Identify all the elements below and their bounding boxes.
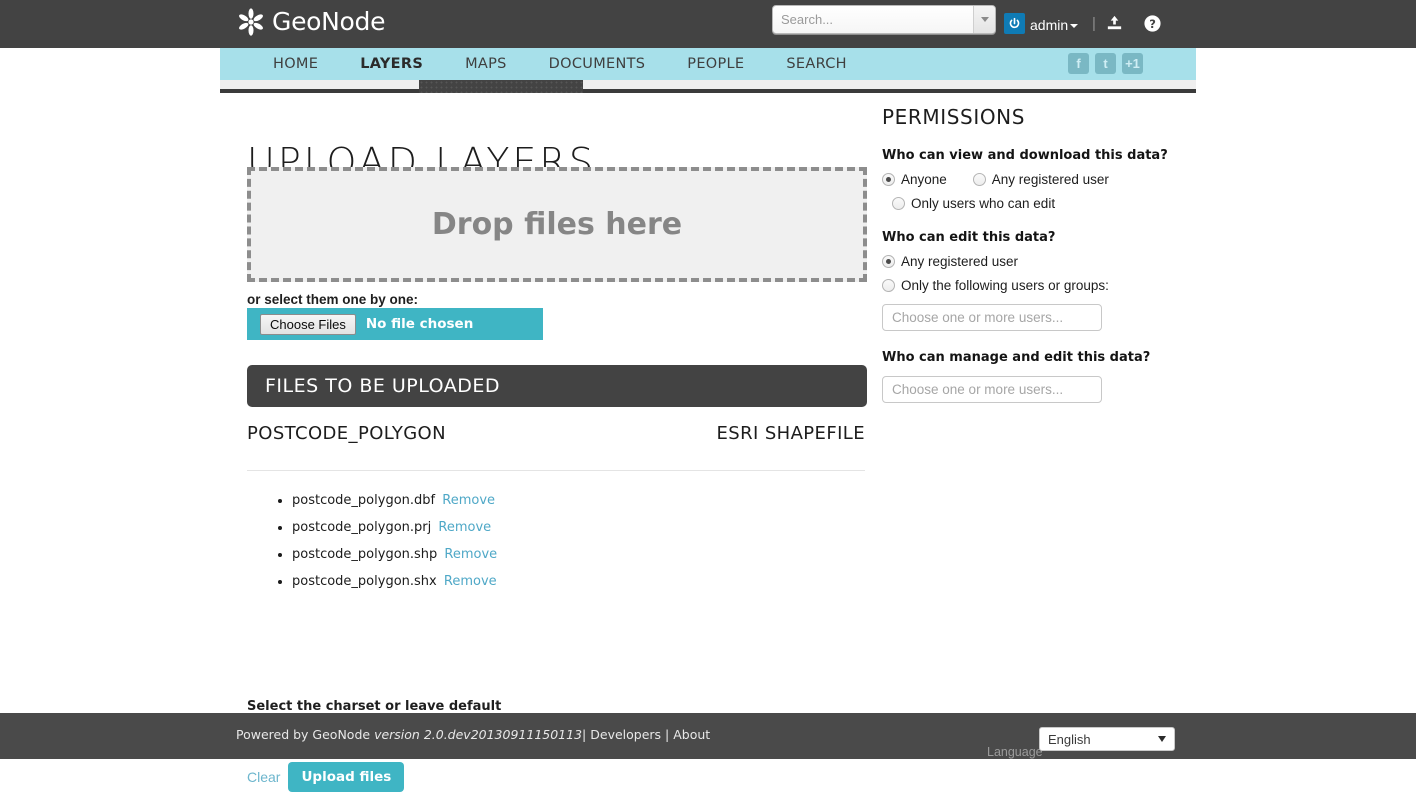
file-name: postcode_polygon.dbf: [292, 493, 435, 508]
footer-separator-2: |: [665, 727, 669, 742]
svg-text:?: ?: [1149, 17, 1156, 31]
list-item: postcode_polygon.shp Remove: [292, 541, 497, 568]
powered-by-label: Powered by GeoNode: [236, 727, 370, 742]
clear-link[interactable]: Clear: [247, 769, 280, 785]
radio-any-registered-user-edit[interactable]: [882, 255, 895, 268]
edit-permission-question: Who can edit this data?: [882, 230, 1182, 245]
layer-name: POSTCODE_POLYGON: [247, 423, 446, 444]
search-input[interactable]: [773, 6, 973, 33]
about-link[interactable]: About: [673, 727, 710, 742]
geonode-asterisk-logo-icon: [238, 8, 264, 36]
choose-files-button[interactable]: Choose Files: [260, 314, 356, 335]
power-icon[interactable]: [1004, 13, 1025, 34]
radio-anyone-label[interactable]: Anyone: [901, 172, 947, 187]
manage-users-placeholder: Choose one or more users...: [892, 382, 1063, 397]
file-name: postcode_polygon.prj: [292, 520, 431, 535]
caret-down-icon: [1158, 736, 1166, 742]
edit-users-placeholder: Choose one or more users...: [892, 310, 1063, 325]
permissions-panel: PERMISSIONS Who can view and download th…: [882, 97, 1182, 403]
dropzone-label: Drop files here: [432, 207, 682, 242]
brand-name: GeoNode: [272, 7, 385, 36]
edit-permission-option-specific: Only the following users or groups:: [882, 278, 1182, 293]
brand-logo-link[interactable]: GeoNode: [238, 7, 385, 36]
files-panel-title: FILES TO BE UPLOADED: [265, 375, 500, 397]
edit-permission-option-any: Any registered user: [882, 254, 1182, 269]
file-input-row[interactable]: Choose Files No file chosen: [247, 308, 543, 340]
remove-file-link[interactable]: Remove: [444, 574, 497, 589]
view-permission-question: Who can view and download this data?: [882, 148, 1182, 163]
version-label: version 2.0.dev20130911150113: [374, 727, 582, 742]
list-item: postcode_polygon.shx Remove: [292, 568, 497, 595]
help-circle-icon[interactable]: ?: [1143, 14, 1162, 38]
language-label: Language: [987, 745, 1043, 759]
view-permission-options-row: Anyone Any registered user: [882, 172, 1182, 187]
manage-permission-question: Who can manage and edit this data?: [882, 350, 1182, 365]
upload-actions: Clear Upload files: [247, 762, 404, 792]
upload-files-button[interactable]: Upload files: [288, 762, 404, 792]
nav-item-home[interactable]: HOME: [252, 48, 339, 80]
top-bar: GeoNode admin | ?: [0, 0, 1416, 48]
nav-item-layers[interactable]: LAYERS: [339, 48, 444, 80]
list-item: postcode_polygon.dbf Remove: [292, 487, 497, 514]
upload-icon[interactable]: [1105, 14, 1124, 38]
view-permission-option-editors: Only users who can edit: [882, 196, 1182, 211]
radio-only-users-who-can-edit-label[interactable]: Only users who can edit: [911, 196, 1055, 211]
user-menu-label[interactable]: admin: [1030, 17, 1068, 33]
radio-anyone[interactable]: [882, 173, 895, 186]
footer-separator-1: |: [582, 727, 586, 742]
nav-item-documents[interactable]: DOCUMENTS: [528, 48, 667, 80]
radio-only-users-who-can-edit[interactable]: [892, 197, 905, 210]
google-plus-one-icon[interactable]: +1: [1122, 53, 1143, 74]
select-one-by-one-label: or select them one by one:: [247, 292, 418, 307]
search-dropdown-button[interactable]: [973, 6, 995, 33]
file-name: postcode_polygon.shp: [292, 547, 437, 562]
page-footer: Powered by GeoNode version 2.0.dev201309…: [0, 713, 1416, 759]
radio-only-following-users-or-groups[interactable]: [882, 279, 895, 292]
list-item: postcode_polygon.prj Remove: [292, 514, 497, 541]
search-box[interactable]: [772, 5, 996, 34]
radio-any-registered-user-view[interactable]: [973, 173, 986, 186]
twitter-icon[interactable]: t: [1095, 53, 1116, 74]
files-panel-header: FILES TO BE UPLOADED: [247, 365, 867, 407]
header-divider: |: [1092, 15, 1096, 32]
radio-any-registered-user-view-label[interactable]: Any registered user: [992, 172, 1109, 187]
footer-credits: Powered by GeoNode version 2.0.dev201309…: [236, 727, 710, 742]
language-select[interactable]: English: [1039, 727, 1175, 751]
upload-progress-bar: [220, 80, 1196, 93]
uploaded-file-list: postcode_polygon.dbf Remove postcode_pol…: [272, 487, 497, 595]
chevron-down-icon: [981, 17, 989, 22]
charset-label: Select the charset or leave default: [247, 699, 501, 714]
radio-only-following-users-or-groups-label[interactable]: Only the following users or groups:: [901, 278, 1109, 293]
file-dropzone[interactable]: Drop files here: [247, 167, 867, 282]
facebook-icon[interactable]: f: [1068, 53, 1089, 74]
manage-users-input[interactable]: Choose one or more users...: [882, 376, 1102, 403]
radio-any-registered-user-edit-label[interactable]: Any registered user: [901, 254, 1018, 269]
file-name: postcode_polygon.shx: [292, 574, 437, 589]
layer-summary-row: POSTCODE_POLYGON ESRI SHAPEFILE: [247, 423, 865, 471]
remove-file-link[interactable]: Remove: [444, 547, 497, 562]
nav-item-maps[interactable]: MAPS: [444, 48, 528, 80]
nav-item-people[interactable]: PEOPLE: [666, 48, 765, 80]
no-file-chosen-label: No file chosen: [366, 316, 473, 332]
caret-down-icon[interactable]: [1070, 24, 1078, 28]
upload-progress-fill: [419, 80, 583, 93]
nav-item-search[interactable]: SEARCH: [765, 48, 867, 80]
permissions-title: PERMISSIONS: [882, 105, 1182, 129]
edit-users-input[interactable]: Choose one or more users...: [882, 304, 1102, 331]
remove-file-link[interactable]: Remove: [442, 493, 495, 508]
main-navbar: HOME LAYERS MAPS DOCUMENTS PEOPLE SEARCH…: [220, 48, 1196, 80]
remove-file-link[interactable]: Remove: [438, 520, 491, 535]
language-selected-value: English: [1048, 732, 1091, 747]
developers-link[interactable]: Developers: [590, 727, 661, 742]
social-links: f t +1: [1068, 53, 1143, 74]
nav-items: HOME LAYERS MAPS DOCUMENTS PEOPLE SEARCH: [220, 48, 1196, 80]
layer-type: ESRI SHAPEFILE: [716, 423, 865, 444]
